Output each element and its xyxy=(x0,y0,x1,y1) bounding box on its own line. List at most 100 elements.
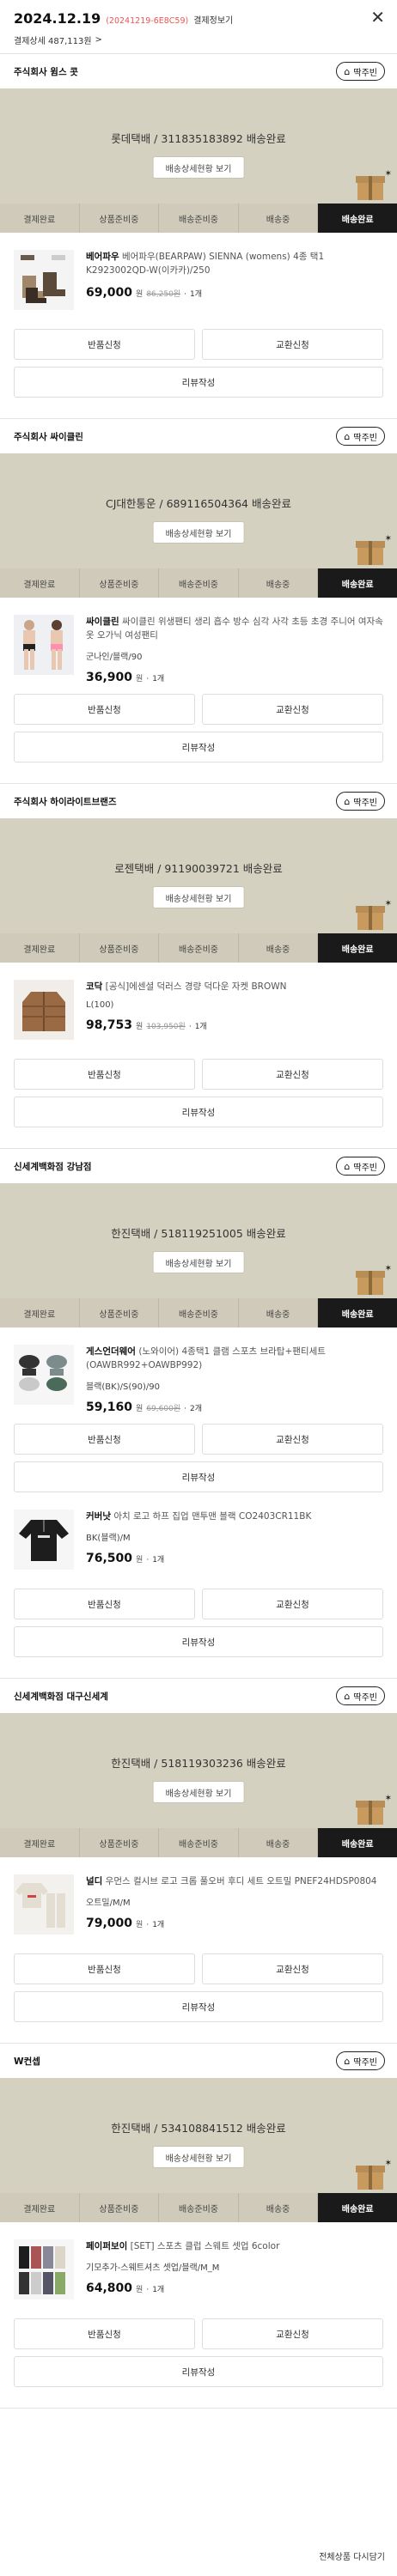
product-thumbnail[interactable] xyxy=(14,615,74,675)
seller-section: 주식회사 윔스 콧 ⌂ 딱주빈롯데택배 / 311835183892 배송완료배송상… xyxy=(0,54,397,419)
shop-button[interactable]: ⌂ 딱주빈 xyxy=(336,792,385,811)
delivery-step: 상품준비중 xyxy=(79,1298,160,1327)
shop-button[interactable]: ⌂ 딱주빈 xyxy=(336,1157,385,1176)
separator: · xyxy=(184,1405,186,1413)
product-name: 싸이클린 위생팬티 생리 흡수 방수 심각 사각 초등 초경 주니어 여자속옷 … xyxy=(86,617,383,641)
track-details-button[interactable]: 배송상세현황 보기 xyxy=(152,1251,245,1273)
write-review-button[interactable]: 리뷰작성 xyxy=(14,1626,383,1657)
exchange-request-button[interactable]: 교환신청 xyxy=(202,1953,383,1984)
product-thumbnail[interactable] xyxy=(14,1510,74,1570)
track-details-button[interactable]: 배송상세현황 보기 xyxy=(152,2146,245,2168)
seller-name[interactable]: 주식회사 싸이클린 xyxy=(14,430,83,443)
delivery-step: 배송준비중 xyxy=(159,568,239,598)
return-request-button[interactable]: 반품신청 xyxy=(14,694,195,725)
product-quantity: 2개 xyxy=(189,1405,202,1413)
return-request-button[interactable]: 반품신청 xyxy=(14,1589,195,1619)
delivery-step: 배송준비중 xyxy=(159,1298,239,1327)
return-request-button[interactable]: 반품신청 xyxy=(14,1059,195,1090)
original-price: 103,950원 xyxy=(146,1023,186,1031)
product-option: 블랙(BK)/S(90)/90 xyxy=(86,1382,160,1392)
shop-button-label: 딱주빈 xyxy=(353,433,377,443)
write-review-button[interactable]: 리뷰작성 xyxy=(14,1097,383,1127)
payment-summary-link[interactable]: 결제상세 487,113원 > xyxy=(14,33,383,46)
product-item[interactable]: 게스언더웨어 (노와이어) 4종택1 클램 스포츠 브라탑+팬티세트 (OAWB… xyxy=(0,1327,397,1414)
write-review-button[interactable]: 리뷰작성 xyxy=(14,2356,383,2387)
seller-section: 신세계백화점 대구신세계 ⌂ 딱주빈한진택배 / 518119303236 배송완료… xyxy=(0,1679,397,2044)
tracking-number: 롯데택배 / 311835183892 배송완료 xyxy=(111,132,286,145)
product-brand: 코닥 xyxy=(86,981,103,992)
item-actions: 반품신청 교환신청리뷰작성 xyxy=(0,2308,397,2387)
product-brand: 싸이클린 xyxy=(86,617,119,627)
payment-info-link[interactable]: 결제정보기 xyxy=(193,13,233,26)
return-request-button[interactable]: 반품신청 xyxy=(14,2318,195,2349)
exchange-request-button[interactable]: 교환신청 xyxy=(202,1589,383,1619)
product-quantity: 1개 xyxy=(189,290,202,299)
write-review-button[interactable]: 리뷰작성 xyxy=(14,367,383,398)
seller-name[interactable]: 신세계백화점 강남점 xyxy=(14,1160,92,1173)
delivery-step: 결제완료 xyxy=(0,933,80,963)
product-item[interactable]: 코닥 [공식]에센셜 덕러스 경량 덕다운 자켓 BROWN L(100) 98,7… xyxy=(0,963,397,1048)
track-details-button[interactable]: 배송상세현황 보기 xyxy=(152,1781,245,1803)
delivery-box-icon: ✶ xyxy=(356,534,392,565)
product-thumbnail[interactable] xyxy=(14,2239,74,2300)
return-request-button[interactable]: 반품신청 xyxy=(14,1953,195,1984)
product-thumbnail[interactable] xyxy=(14,250,74,310)
product-item[interactable]: 베어파우 베어파우(BEARPAW) SIENNA (womens) 4종 택1… xyxy=(0,233,397,319)
delivery-steps: 결제완료 상품준비중 배송준비중 배송중 배송완료 xyxy=(0,2193,397,2222)
product-brand: 커버낫 xyxy=(86,1511,111,1522)
delivery-tracking-panel: 한진택배 / 518119303236 배송완료 배송상세현황 보기 ✶ 결제완료 상품… xyxy=(0,1713,397,1857)
shop-button[interactable]: ⌂ 딱주빈 xyxy=(336,1686,385,1705)
exchange-request-button[interactable]: 교환신청 xyxy=(202,1424,383,1455)
track-details-button[interactable]: 배송상세현황 보기 xyxy=(152,156,245,179)
product-item[interactable]: 페이퍼보이 [SET] 스포츠 클럽 스웨트 셋업 6color 기모추가-스웨트… xyxy=(0,2222,397,2308)
product-item[interactable]: 커버낫 아치 로고 하프 집업 맨투맨 블랙 CO2403CR11BK BK(블랙… xyxy=(0,1492,397,1578)
exchange-request-button[interactable]: 교환신청 xyxy=(202,694,383,725)
write-review-button[interactable]: 리뷰작성 xyxy=(14,1461,383,1492)
shop-button[interactable]: ⌂ 딱주빈 xyxy=(336,427,385,446)
return-request-button[interactable]: 반품신청 xyxy=(14,1424,195,1455)
exchange-request-button[interactable]: 교환신청 xyxy=(202,2318,383,2349)
product-thumbnail[interactable] xyxy=(14,980,74,1040)
product-quantity: 1개 xyxy=(152,1921,165,1929)
seller-name[interactable]: W컨셉 xyxy=(14,2055,40,2068)
track-details-button[interactable]: 배송상세현황 보기 xyxy=(152,521,245,544)
product-item[interactable]: 싸이클린 싸이클린 위생팬티 생리 흡수 방수 심각 사각 초등 초경 주니어 … xyxy=(0,598,397,684)
delivery-step: 배송완료 xyxy=(318,933,397,963)
exchange-request-button[interactable]: 교환신청 xyxy=(202,329,383,360)
write-review-button[interactable]: 리뷰작성 xyxy=(14,732,383,762)
product-item[interactable]: 널디 우먼스 컬시브 로고 크롭 풀오버 후디 세트 오트밀 PNEF24HDS… xyxy=(0,1857,397,1943)
product-brand: 페이퍼보이 xyxy=(86,2241,128,2251)
track-details-button[interactable]: 배송상세현황 보기 xyxy=(152,886,245,908)
delivery-step: 배송완료 xyxy=(318,568,397,598)
home-icon: ⌂ xyxy=(344,430,351,442)
return-request-button[interactable]: 반품신청 xyxy=(14,329,195,360)
shop-button[interactable]: ⌂ 딱주빈 xyxy=(336,62,385,81)
product-quantity: 1개 xyxy=(194,1023,207,1031)
close-icon[interactable]: ✕ xyxy=(370,9,385,26)
delivery-tracking-panel: 한진택배 / 518119251005 배송완료 배송상세현황 보기 ✶ 결제완료 상품… xyxy=(0,1183,397,1327)
write-review-button[interactable]: 리뷰작성 xyxy=(14,1991,383,2022)
reorder-all-link[interactable]: 전체상품 다시담기 xyxy=(319,2549,385,2562)
exchange-request-button[interactable]: 교환신청 xyxy=(202,1059,383,1090)
product-price: 59,160 xyxy=(86,1400,133,1414)
seller-name[interactable]: 신세계백화점 대구신세계 xyxy=(14,1690,108,1703)
product-price: 79,000 xyxy=(86,1917,133,1930)
order-header: 2024.12.19 (20241219-6E8C59) 결제정보기 결제상세 … xyxy=(0,0,397,53)
product-price-row: 36,900 원 · 1개 xyxy=(86,671,385,684)
delivery-box-icon: ✶ xyxy=(356,2159,392,2190)
product-price: 69,000 xyxy=(86,286,133,300)
delivery-box-icon: ✶ xyxy=(356,169,392,200)
seller-name[interactable]: 주식회사 하이라이트브랜즈 xyxy=(14,795,117,808)
seller-name[interactable]: 주식회사 윔스 콧 xyxy=(14,65,78,78)
action-row: 반품신청 교환신청 xyxy=(14,1424,383,1455)
delivery-step: 결제완료 xyxy=(0,2193,80,2222)
shop-button[interactable]: ⌂ 딱주빈 xyxy=(336,2051,385,2070)
delivery-step: 상품준비중 xyxy=(79,1828,160,1857)
product-thumbnail[interactable] xyxy=(14,1874,74,1935)
separator: · xyxy=(146,1921,150,1929)
product-thumbnail[interactable] xyxy=(14,1345,74,1405)
delivery-step: 배송준비중 xyxy=(159,204,239,233)
seller-header: 주식회사 싸이클린 ⌂ 딱주빈 xyxy=(0,419,397,453)
